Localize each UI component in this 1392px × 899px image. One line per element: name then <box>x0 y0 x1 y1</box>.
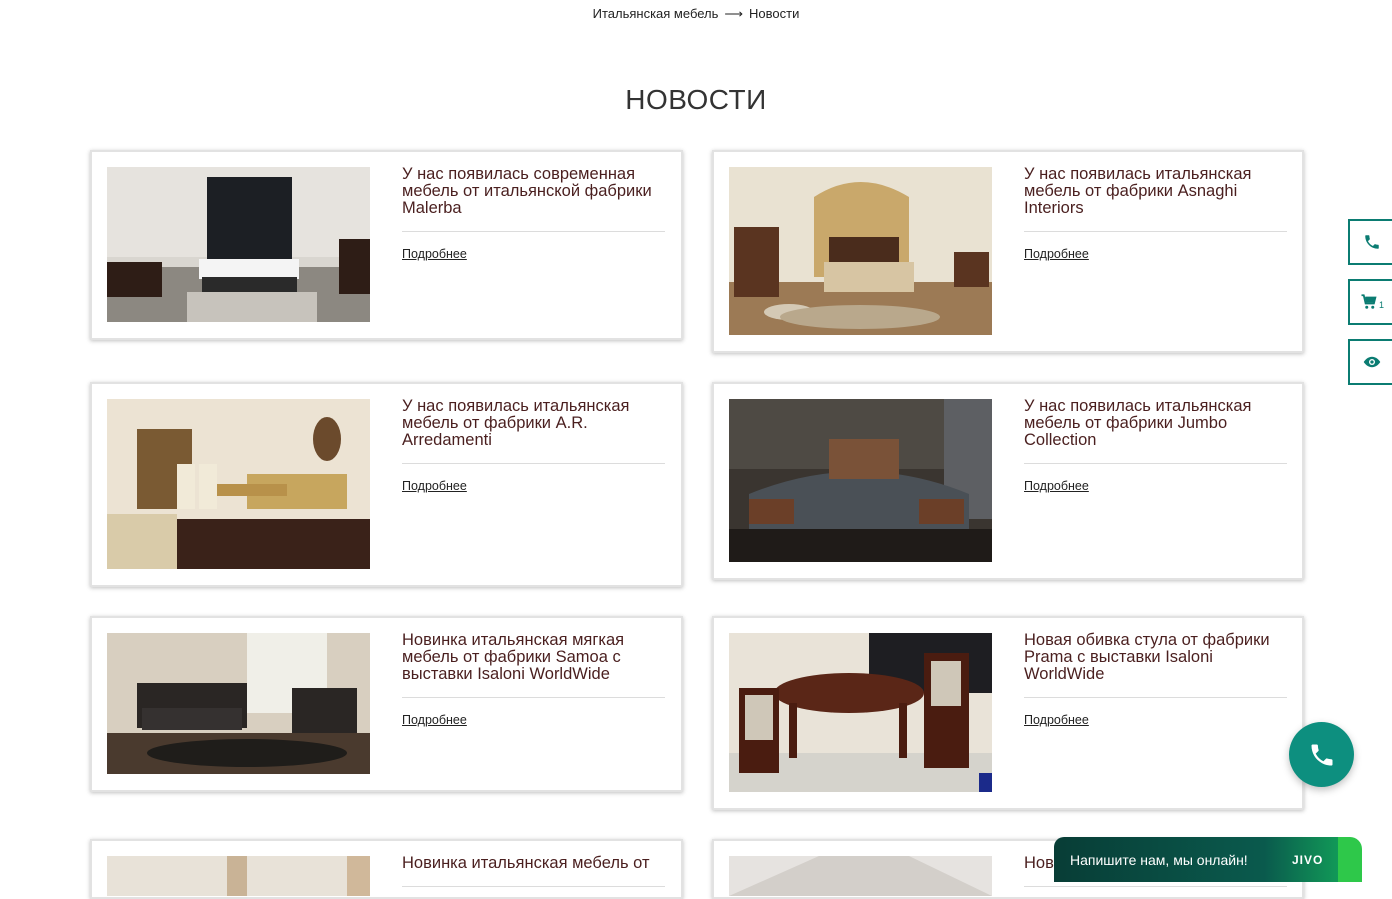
cart-count-badge: 1 <box>1378 300 1384 310</box>
breadcrumb: Итальянская мебель ⟶ Новости <box>0 6 1392 22</box>
news-title[interactable]: У нас появилась итальянская мебель от фа… <box>402 398 665 464</box>
news-card: Новинка итальянская мебель от <box>90 839 683 899</box>
news-image[interactable] <box>729 167 992 335</box>
news-image[interactable] <box>107 399 370 569</box>
news-card: У нас появилась итальянская мебель от фа… <box>90 382 683 587</box>
chat-widget-bar[interactable]: Напишите нам, мы онлайн! JIVO <box>1054 837 1362 882</box>
news-image[interactable] <box>107 633 370 774</box>
side-call-button[interactable] <box>1348 219 1392 265</box>
news-title[interactable]: Новая обивка стула от фабрики Prama с вы… <box>1024 632 1287 698</box>
news-card: У нас появилась современная мебель от ит… <box>90 150 683 340</box>
news-title[interactable]: У нас появилась современная мебель от ит… <box>402 166 665 232</box>
news-card: У нас появилась итальянская мебель от фа… <box>712 150 1304 353</box>
news-title[interactable]: У нас появилась итальянская мебель от фа… <box>1024 398 1287 464</box>
read-more-link[interactable]: Подробнее <box>1024 247 1089 261</box>
news-card: У нас появилась итальянская мебель от фа… <box>712 382 1304 580</box>
news-image[interactable] <box>729 856 992 896</box>
side-view-button[interactable] <box>1348 339 1392 385</box>
read-more-link[interactable]: Подробнее <box>402 479 467 493</box>
read-more-link[interactable]: Подробнее <box>1024 713 1089 727</box>
eye-icon <box>1363 356 1381 368</box>
chat-label: Напишите нам, мы онлайн! <box>1070 851 1248 868</box>
news-image[interactable] <box>729 633 992 792</box>
phone-icon <box>1365 235 1379 249</box>
phone-icon <box>1311 744 1332 765</box>
breadcrumb-home-link[interactable]: Итальянская мебель <box>593 6 719 21</box>
news-title[interactable]: У нас появилась итальянская мебель от фа… <box>1024 166 1287 232</box>
news-image[interactable] <box>107 167 370 322</box>
online-indicator <box>1338 837 1362 882</box>
news-title[interactable]: Новинка итальянская мягкая мебель от фаб… <box>402 632 665 698</box>
news-card: Новая обивка стула от фабрики Prama с вы… <box>712 616 1304 810</box>
page-title: НОВОСТИ <box>625 84 767 115</box>
news-card: Новинка итальянская мягкая мебель от фаб… <box>90 616 683 792</box>
callback-button[interactable] <box>1289 722 1354 787</box>
side-cart-button[interactable]: 1 <box>1348 279 1392 325</box>
news-image[interactable] <box>729 399 992 562</box>
read-more-link[interactable]: Подробнее <box>402 713 467 727</box>
cart-icon <box>1361 294 1377 309</box>
jivo-logo: JIVO <box>1292 852 1324 867</box>
news-title[interactable]: Новинка итальянская мебель от <box>402 855 665 887</box>
news-image[interactable] <box>107 856 370 896</box>
read-more-link[interactable]: Подробнее <box>1024 479 1089 493</box>
breadcrumb-current: Новости <box>749 6 800 21</box>
read-more-link[interactable]: Подробнее <box>402 247 467 261</box>
breadcrumb-arrow-icon: ⟶ <box>724 6 744 21</box>
